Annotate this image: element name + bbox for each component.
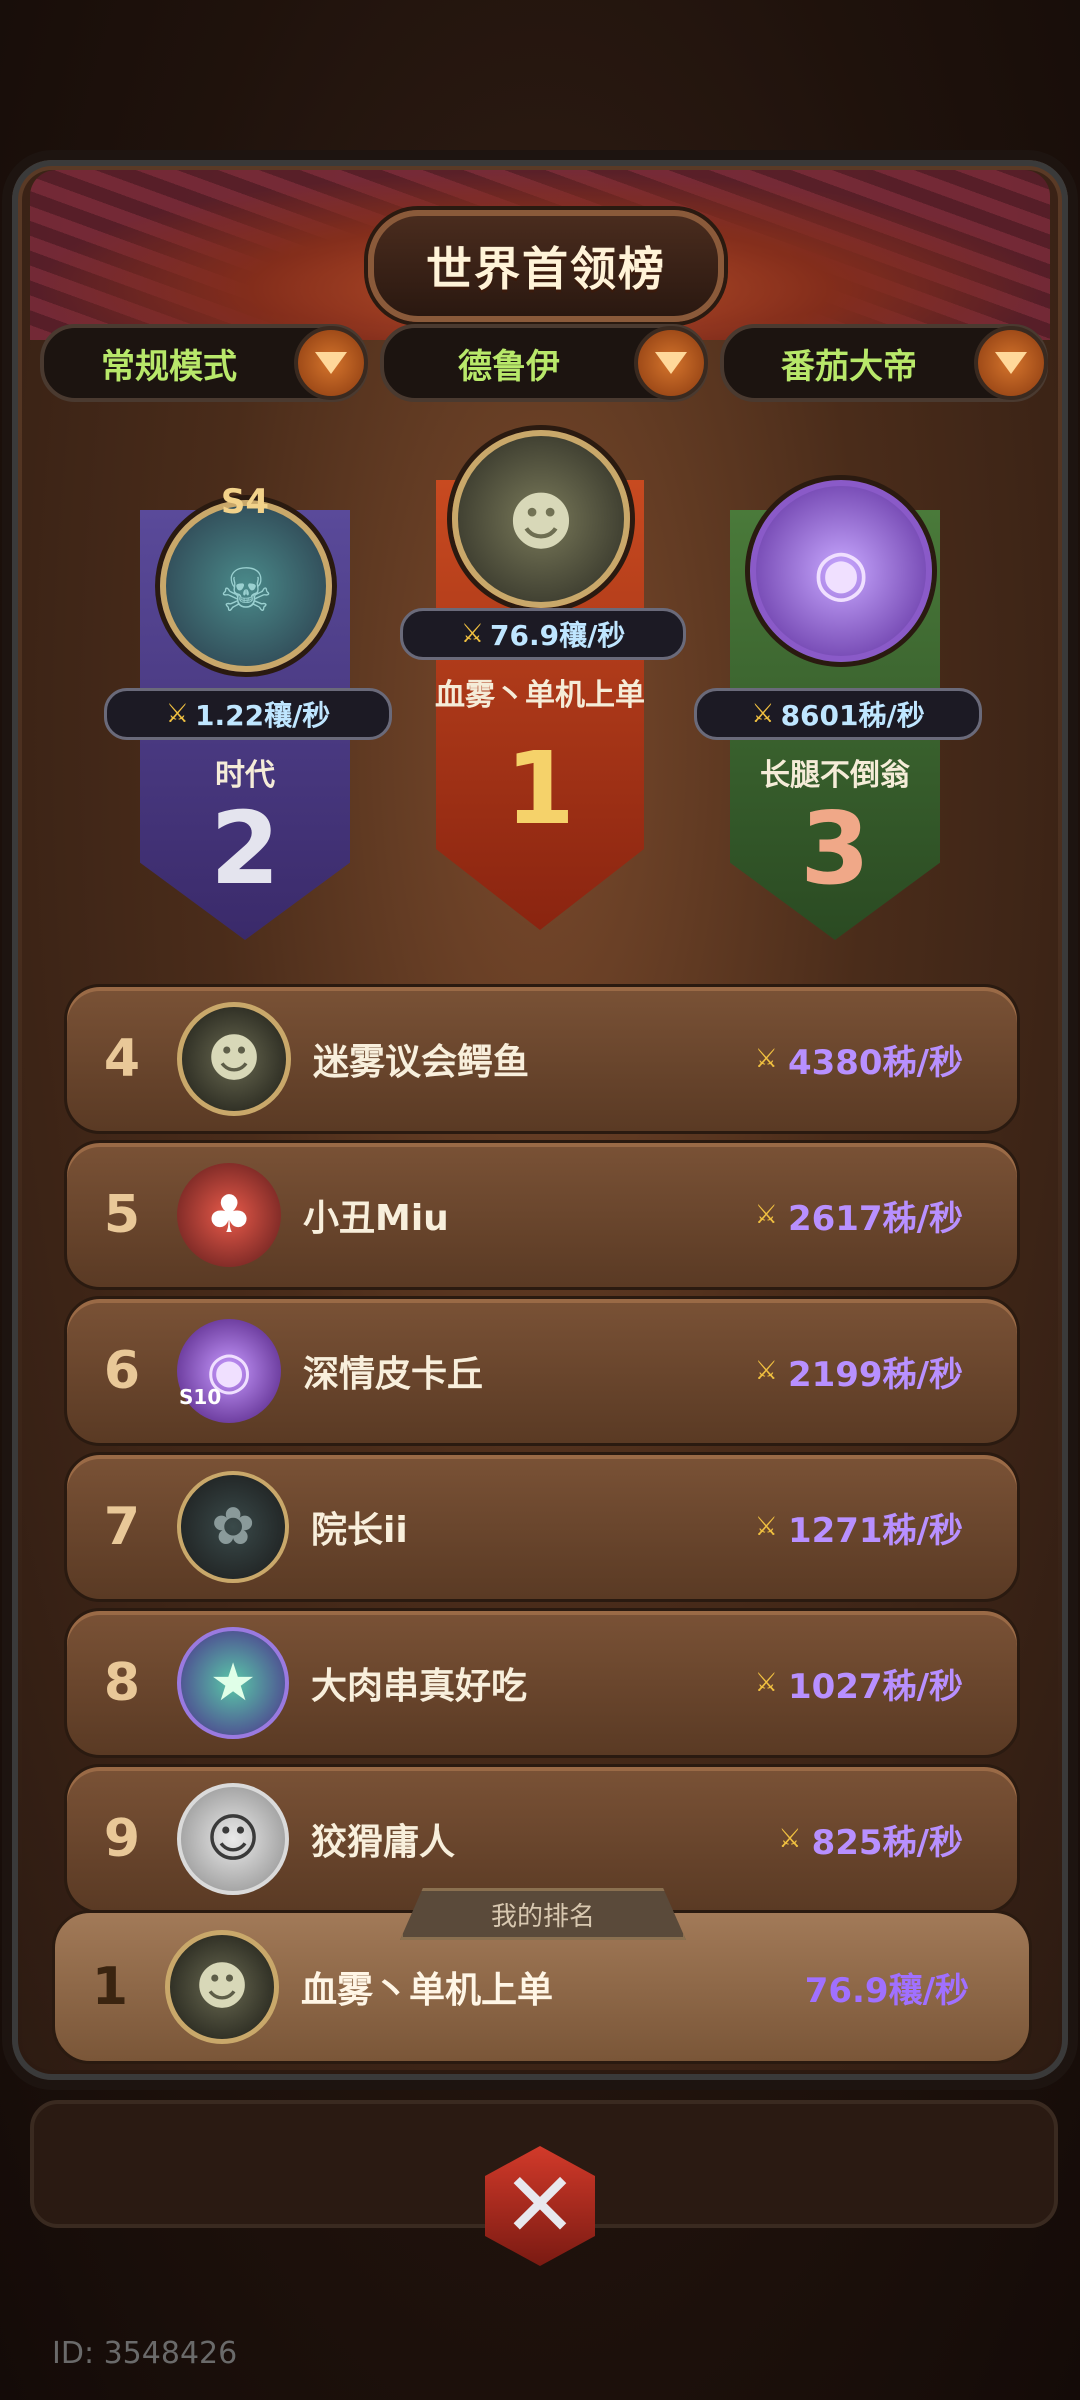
filter-mode-label: 常规模式 xyxy=(101,346,237,387)
rank-number: 9 xyxy=(103,1809,141,1869)
player-name: 小丑Miu xyxy=(303,1198,449,1239)
score: ⚔ 2199秭/秒 xyxy=(755,1347,963,1396)
eye-orb-icon: ◉ xyxy=(813,536,869,610)
crossed-swords-icon: ⚔ xyxy=(754,1668,778,1698)
player-name: 深情皮卡丘 xyxy=(303,1354,484,1395)
score-value: 825秭/秒 xyxy=(811,1822,963,1863)
dropdown-arrow-icon[interactable] xyxy=(294,326,368,400)
rank-number: 1 xyxy=(91,1957,129,2017)
filter-class-label: 德鲁伊 xyxy=(458,346,560,387)
podium-second[interactable]: ☠ S4 ⚔ 1.22穰/秒 时代 2 xyxy=(104,470,392,940)
score: ⚔ 1027秭/秒 xyxy=(755,1659,963,1708)
rank-number: 7 xyxy=(103,1497,141,1557)
avatar: ✿ xyxy=(177,1471,289,1583)
rank-number: 6 xyxy=(103,1341,141,1401)
crossed-swords-icon: ⚔ xyxy=(165,699,189,729)
my-rank-tag: 我的排名 xyxy=(400,1888,686,1940)
avatar: ☻ xyxy=(165,1930,279,2044)
avatar: ☻ xyxy=(177,1002,291,1116)
score-value: 76.9穰/秒 xyxy=(490,619,626,652)
season-badge: S4 xyxy=(220,482,270,522)
season-badge: S10 xyxy=(179,1385,222,1409)
rank-number: 5 xyxy=(103,1185,141,1245)
crossed-swords-icon: ⚔ xyxy=(754,1200,778,1230)
score-pill: ⚔ 8601秭/秒 xyxy=(694,688,982,740)
close-button[interactable]: ✕ xyxy=(474,2140,606,2272)
list-item[interactable]: 4 ☻ 迷雾议会鳄鱼 ⚔ 4380秭/秒 xyxy=(64,984,1020,1134)
list-item[interactable]: 6 ◉ S10 深情皮卡丘 ⚔ 2199秭/秒 xyxy=(64,1296,1020,1446)
score-value: 1.22穰/秒 xyxy=(195,699,331,732)
player-name: 血雾丶单机上单 xyxy=(435,678,645,713)
score-value: 2199秭/秒 xyxy=(787,1354,963,1395)
crossed-swords-icon: ⚔ xyxy=(754,1356,778,1386)
player-name: 院长ii xyxy=(311,1510,408,1551)
avatar: ☻ xyxy=(452,430,630,608)
score-value: 8601秭/秒 xyxy=(780,699,925,732)
player-name: 时代 xyxy=(215,758,275,793)
score-pill: ⚔ 1.22穰/秒 xyxy=(104,688,392,740)
rank-number: 4 xyxy=(103,1029,141,1089)
player-id: ID: 3548426 xyxy=(52,2336,238,2371)
list-item[interactable]: 5 ♣ 小丑Miu ⚔ 2617秭/秒 xyxy=(64,1140,1020,1290)
score-value: 4380秭/秒 xyxy=(787,1042,963,1083)
crossed-swords-icon: ⚔ xyxy=(751,699,775,729)
page-title: 世界首领榜 xyxy=(426,242,666,296)
player-name: 血雾丶单机上单 xyxy=(301,1970,554,2011)
score-value: 1271秭/秒 xyxy=(787,1510,963,1551)
goblin-face-icon: ☻ xyxy=(507,486,575,560)
avatar: ◉ S10 xyxy=(177,1319,281,1423)
score-value: 1027秭/秒 xyxy=(787,1666,963,1707)
avatar: ♣ xyxy=(177,1163,281,1267)
avatar: ★ xyxy=(177,1627,289,1739)
score-pill: ⚔ 76.9穰/秒 xyxy=(400,608,686,660)
player-name: 大肉串真好吃 xyxy=(311,1666,528,1707)
crossed-swords-icon: ⚔ xyxy=(460,619,484,649)
avatar: ☺ xyxy=(177,1783,289,1895)
close-icon[interactable]: ✕ xyxy=(485,2146,595,2266)
podium-third[interactable]: ◉ ⚔ 8601秭/秒 长腿不倒翁 3 xyxy=(694,470,982,940)
score-value: 76.9穰/秒 xyxy=(804,1970,969,2011)
rank-number: 8 xyxy=(103,1653,141,1713)
score: ⚔ 4380秭/秒 xyxy=(755,1035,963,1084)
dropdown-arrow-icon[interactable] xyxy=(974,326,1048,400)
crossed-swords-icon: ⚔ xyxy=(754,1512,778,1542)
player-name: 狡猾庸人 xyxy=(311,1822,456,1863)
score: ⚔ 1271秭/秒 xyxy=(755,1503,963,1552)
dropdown-arrow-icon[interactable] xyxy=(634,326,708,400)
crossed-swords-icon: ⚔ xyxy=(754,1044,778,1074)
list-item[interactable]: 7 ✿ 院长ii ⚔ 1271秭/秒 xyxy=(64,1452,1020,1602)
rank-number: 2 xyxy=(210,790,280,907)
filter-boss-label: 番茄大帝 xyxy=(781,346,917,387)
list-item[interactable]: 8 ★ 大肉串真好吃 ⚔ 1027秭/秒 xyxy=(64,1608,1020,1758)
player-name: 长腿不倒翁 xyxy=(760,758,910,793)
filter-mode[interactable]: 常规模式 xyxy=(40,324,368,402)
score-value: 2617秭/秒 xyxy=(787,1198,963,1239)
rank-number: 1 xyxy=(505,730,575,847)
podium-first[interactable]: ☻ ⚔ 76.9穰/秒 血雾丶单机上单 1 xyxy=(400,420,686,930)
player-name: 迷雾议会鳄鱼 xyxy=(313,1042,530,1083)
score: ⚔ 825秭/秒 xyxy=(778,1815,963,1864)
avatar: ◉ xyxy=(750,480,932,662)
crossed-swords-icon: ⚔ xyxy=(778,1824,802,1854)
score: ⚔ 2617秭/秒 xyxy=(755,1191,963,1240)
rank-number: 3 xyxy=(800,790,870,907)
title-plate: 世界首领榜 xyxy=(368,210,724,322)
octopus-icon: ☠ xyxy=(219,556,273,626)
filter-class[interactable]: 德鲁伊 xyxy=(380,324,708,402)
filter-boss[interactable]: 番茄大帝 xyxy=(720,324,1048,402)
avatar: ☠ xyxy=(160,500,332,672)
